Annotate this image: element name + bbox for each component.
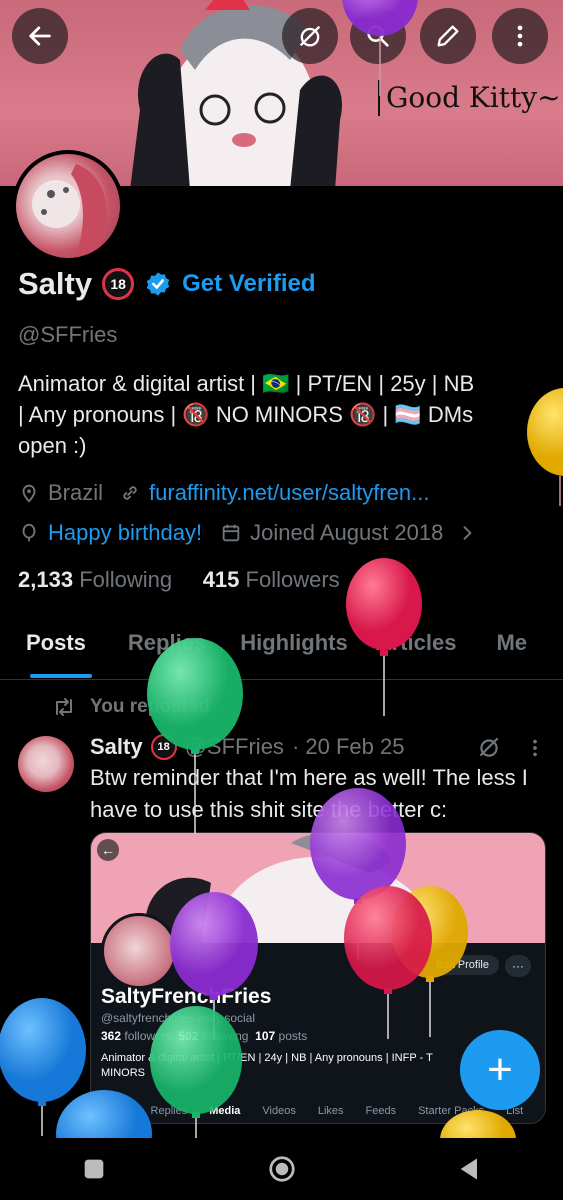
bio-line: open :) <box>18 433 87 458</box>
profile-name: Salty <box>18 266 93 301</box>
post-text: Btw reminder that I'm here as well! The … <box>90 765 528 822</box>
profile-joined-date: Joined August 2018 <box>250 520 444 545</box>
profile-bio: Animator & digital artist | 🇧🇷 | PT/EN |… <box>18 368 538 461</box>
link-icon <box>123 486 137 500</box>
post-date: · 20 Feb 25 <box>291 734 405 759</box>
compose-post-button[interactable]: + <box>460 1030 540 1110</box>
card-back-icon: ← <box>97 839 119 861</box>
system-navigation-bar <box>0 1138 563 1200</box>
post-author-handle[interactable]: @SFFries <box>185 734 284 760</box>
mute-button[interactable] <box>282 8 338 64</box>
balloon-blue-left <box>0 998 86 1136</box>
home-icon[interactable] <box>267 1154 297 1184</box>
tab-media[interactable]: Me <box>496 630 545 678</box>
mute-icon <box>299 25 321 47</box>
search-icon <box>367 25 389 47</box>
card-avatar <box>101 913 177 989</box>
get-verified-link[interactable]: Get Verified <box>182 270 315 298</box>
card-tabs: Posts Replies Media Videos Likes Feeds Starter… <box>101 1105 524 1117</box>
post-author-name[interactable]: Salty <box>90 734 143 760</box>
profile-avatar[interactable] <box>12 150 124 262</box>
tab-articles[interactable]: Articles <box>376 630 497 678</box>
profile-meta-row-2: Happy birthday! Joined August 2018 <box>18 520 477 546</box>
more-button[interactable] <box>492 8 548 64</box>
profile-meta-row: Brazil furaffinity.net/user/saltyfren... <box>18 480 429 506</box>
profile-name-row: Salty 18 Get Verified <box>18 266 316 302</box>
birthday-link[interactable]: Happy birthday! <box>48 520 202 546</box>
more-vertical-icon <box>517 25 523 47</box>
card-counts: 362 followers 502 following 107 posts <box>101 1029 308 1043</box>
chevron-right-icon[interactable] <box>457 523 477 543</box>
post-more-icon[interactable] <box>524 736 546 760</box>
profile-location: Brazil <box>48 480 104 505</box>
search-button[interactable] <box>350 8 406 64</box>
card-handle: @saltyfrenchfries.bsky.social <box>101 1011 256 1025</box>
profile-tabs: Posts Replies Highlights Articles Me <box>0 630 563 678</box>
back-button[interactable] <box>12 8 68 64</box>
repost-icon <box>56 698 72 716</box>
tab-highlights[interactable]: Highlights <box>240 630 376 678</box>
pencil-icon <box>437 25 459 47</box>
post-author-avatar[interactable] <box>18 736 74 792</box>
post-header: Salty 18 @SFFries · 20 Feb 25 <box>90 734 404 760</box>
card-more: ··· <box>505 955 531 977</box>
balloon-icon <box>22 523 36 542</box>
back-nav-icon[interactable] <box>456 1155 484 1183</box>
avatar-art <box>32 164 107 258</box>
bio-line: | Any pronouns | 🔞 NO MINORS 🔞 | 🏳️‍⚧️ D… <box>18 402 474 427</box>
profile-website-link[interactable]: furaffinity.net/user/saltyfren... <box>149 480 429 506</box>
recents-icon[interactable] <box>80 1155 108 1183</box>
tab-replies[interactable]: Replies <box>128 630 240 678</box>
following-link[interactable]: 2,133 Following <box>18 567 172 592</box>
card-name: SaltyFrenchFries <box>101 985 272 1008</box>
follow-counts: 2,133 Following 415 Followers <box>18 567 340 593</box>
followers-link[interactable]: 415 Followers <box>203 567 340 592</box>
tabs-divider <box>0 679 563 680</box>
profile-handle: @SFFries <box>18 322 118 347</box>
location-icon <box>22 484 36 503</box>
age-restriction-badge: 18 <box>150 734 177 760</box>
calendar-icon <box>222 524 240 542</box>
verified-badge-icon[interactable] <box>144 270 172 298</box>
arrow-left-icon <box>29 26 51 46</box>
tab-posts[interactable]: Posts <box>26 630 128 678</box>
banner-sign-text: Good Kitty~ <box>378 80 561 116</box>
bio-line: Animator & digital artist | 🇧🇷 | PT/EN |… <box>18 371 475 396</box>
repost-indicator: You reposted <box>52 696 210 718</box>
edit-button[interactable] <box>420 8 476 64</box>
grok-icon[interactable] <box>476 734 502 760</box>
card-edit-profile: Edit Profile <box>425 955 499 975</box>
age-restriction-badge: 18 <box>102 268 135 300</box>
